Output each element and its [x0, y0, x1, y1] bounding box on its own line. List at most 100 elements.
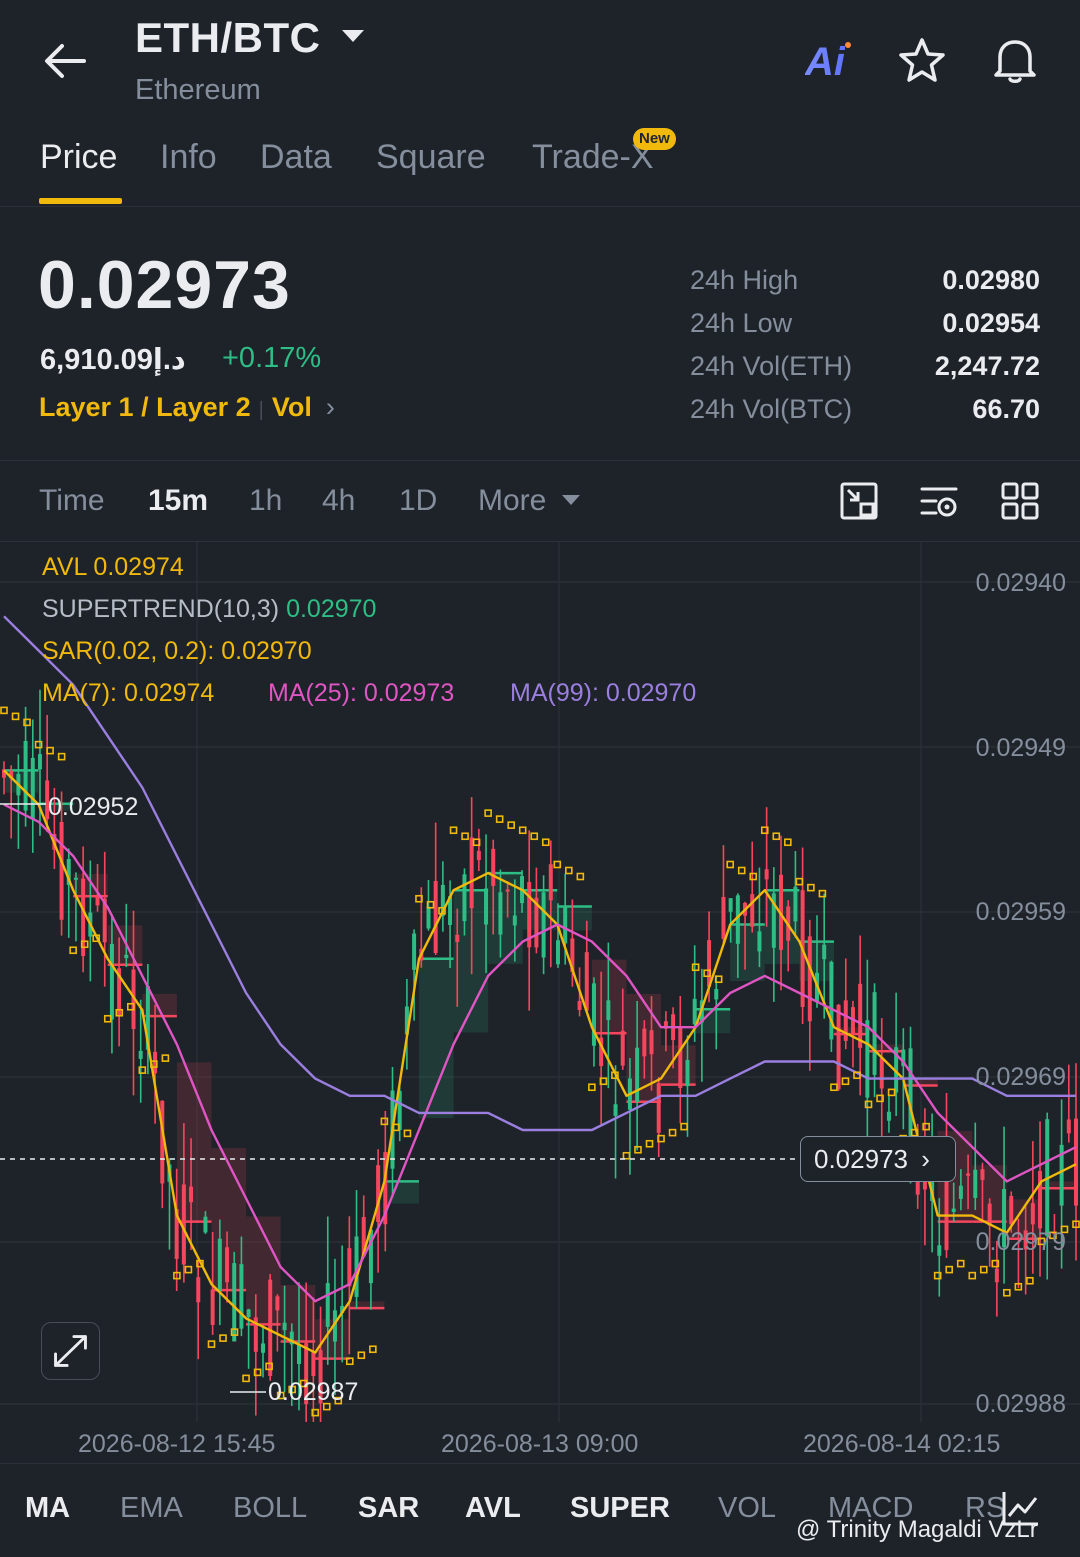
chevron-right-icon[interactable]: › — [326, 392, 335, 422]
interval-more[interactable]: More — [478, 484, 546, 518]
candle-body — [512, 915, 517, 926]
candle-body — [23, 740, 28, 811]
sar-dot — [887, 1088, 896, 1097]
stat-value-24h-high: 0.02980 — [942, 265, 1040, 295]
sar-dot — [979, 1265, 988, 1274]
y-tick: 0.02959 — [975, 898, 1066, 926]
sar-dot — [588, 1083, 596, 1092]
x-tick: 2026-08-13 09:00 — [441, 1430, 639, 1458]
candle-body — [498, 892, 503, 935]
active-tab-indicator — [39, 198, 122, 204]
candle-body — [282, 1322, 287, 1331]
indicator-tab-super[interactable]: SUPER — [570, 1492, 670, 1525]
candle-body — [275, 1296, 280, 1311]
candle-body — [225, 1247, 230, 1283]
sar-dot — [69, 946, 77, 955]
pair-title[interactable]: ETH/BTC — [135, 14, 321, 62]
sar-dot — [864, 1100, 873, 1109]
sar-dot — [103, 1014, 112, 1023]
price-chart[interactable] — [0, 542, 1080, 1422]
sar-dot — [369, 1345, 377, 1354]
candle-body — [620, 1030, 625, 1066]
ma-line-ma25 — [3, 803, 1077, 1303]
candle-body — [1030, 1203, 1035, 1225]
interval-15m[interactable]: 15m — [148, 484, 208, 518]
alert-bell-icon[interactable] — [988, 33, 1042, 87]
sar-dot — [484, 809, 492, 817]
ma25-indicator: MA(25): 0.02973 — [268, 679, 455, 707]
chevron-right-icon: › — [921, 1144, 930, 1174]
candle-body — [642, 1028, 647, 1057]
indicator-settings-icon[interactable] — [918, 480, 960, 522]
candle-body — [296, 1344, 301, 1364]
sar-dot — [576, 872, 585, 881]
supertrend-label: SUPERTREND(10,3) — [42, 595, 280, 623]
interval-4h[interactable]: 4h — [322, 484, 355, 518]
indicator-tab-vol[interactable]: VOL — [718, 1492, 776, 1525]
back-arrow-icon[interactable] — [40, 36, 90, 86]
ma99-indicator: MA(99): 0.02970 — [510, 679, 697, 707]
interval-1h[interactable]: 1h — [249, 484, 282, 518]
interval-time[interactable]: Time — [39, 484, 105, 518]
ma7-indicator: MA(7): 0.02974 — [42, 679, 215, 707]
candle-body — [966, 1173, 971, 1176]
y-tick: 0.02940 — [975, 569, 1066, 597]
tab-square[interactable]: Square — [376, 138, 486, 177]
stat-label-24h-vol-btc: 24h Vol(BTC) — [690, 394, 853, 424]
candle-body — [491, 848, 496, 886]
indicator-tab-boll[interactable]: BOLL — [233, 1492, 307, 1525]
new-badge: New — [633, 128, 676, 150]
indicator-tab-avl[interactable]: AVL — [465, 1492, 521, 1525]
pair-dropdown-caret-icon[interactable] — [342, 30, 364, 42]
stat-label-24h-vol-eth: 24h Vol(ETH) — [690, 351, 853, 381]
sar-dot — [357, 1351, 366, 1360]
sar-dot — [541, 838, 550, 847]
candle-body — [203, 1216, 208, 1233]
candle-body — [138, 1050, 143, 1059]
favorite-star-icon[interactable] — [896, 35, 948, 87]
candle-body — [484, 888, 489, 925]
fullscreen-expand-icon[interactable] — [41, 1322, 100, 1380]
tab-data[interactable]: Data — [260, 138, 332, 177]
candle-body — [1066, 1119, 1071, 1134]
sar-dot — [403, 1129, 412, 1138]
category-tags[interactable]: Layer 1 / Layer 2 | Vol › — [39, 392, 335, 423]
sar-dot — [46, 746, 54, 755]
candle-body — [455, 934, 460, 943]
y-tick: 0.02949 — [975, 734, 1066, 762]
candle-body — [613, 1104, 618, 1116]
tab-info[interactable]: Info — [160, 138, 217, 177]
indicator-tab-ema[interactable]: EMA — [120, 1492, 183, 1525]
candle-body — [109, 943, 114, 1020]
candle-body — [261, 1343, 266, 1353]
indicator-tab-sar[interactable]: SAR — [358, 1492, 419, 1525]
tag-layer[interactable]: Layer 1 / Layer 2 — [39, 392, 251, 422]
more-caret-icon[interactable] — [562, 495, 580, 505]
candle-body — [1074, 1118, 1078, 1206]
candle-body — [469, 837, 474, 909]
candle-body — [124, 954, 129, 959]
candle-body — [750, 894, 755, 927]
candle-body — [822, 944, 827, 960]
sar-dot — [726, 860, 734, 869]
stat-value-24h-vol-btc: 66.70 — [972, 394, 1040, 424]
candle-body — [73, 877, 78, 880]
candle-body — [268, 1279, 273, 1377]
x-tick: 2026-08-14 02:15 — [803, 1430, 1001, 1458]
sar-dot — [645, 1139, 654, 1148]
indicator-tab-ma[interactable]: MA — [25, 1492, 70, 1525]
ai-button[interactable]: Ai — [805, 40, 845, 85]
candle-body — [376, 1165, 381, 1222]
sar-dot — [945, 1265, 954, 1274]
supertrend-band — [280, 1285, 316, 1342]
tab-price[interactable]: Price — [40, 138, 117, 177]
sar-dot — [922, 1122, 930, 1131]
interval-1d[interactable]: 1D — [399, 484, 437, 518]
supertrend-band — [418, 958, 454, 1118]
chart-type-icon[interactable] — [838, 480, 880, 522]
layout-grid-icon[interactable] — [999, 480, 1041, 522]
tag-vol[interactable]: Vol — [272, 392, 312, 422]
current-price-tag[interactable]: 0.02973 › — [800, 1136, 956, 1182]
high-price-marker: 0.02952 — [48, 793, 139, 821]
candle-body — [412, 933, 417, 970]
